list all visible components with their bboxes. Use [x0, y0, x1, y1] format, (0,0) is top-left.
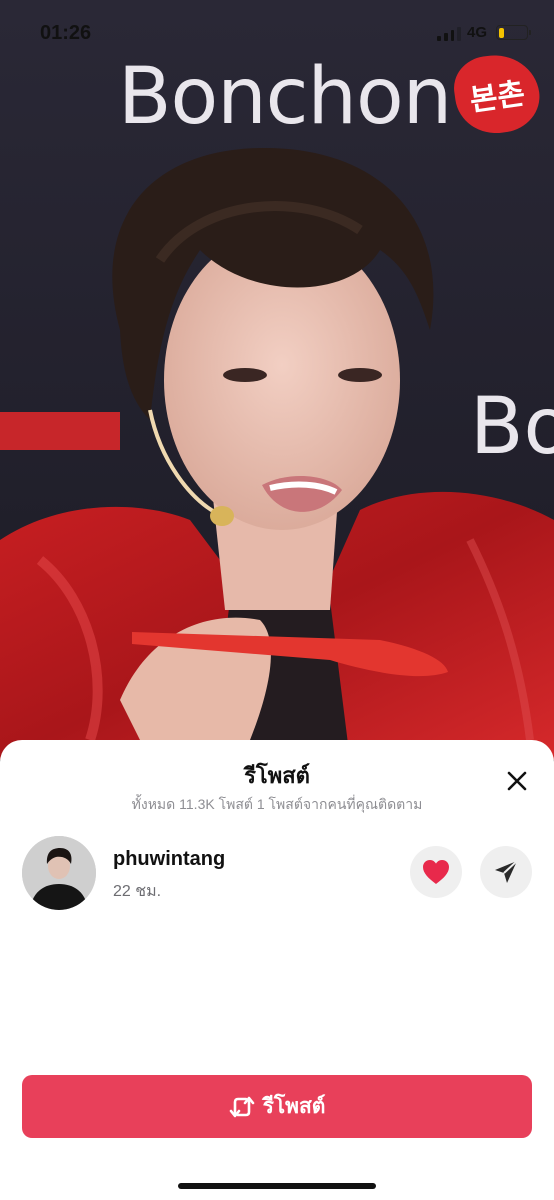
user-row[interactable]: phuwintang 22 ชม.	[22, 836, 534, 912]
network-label: 4G	[467, 24, 488, 41]
repost-sheet: รีโพสต์ ทั้งหมด 11.3K โพสต์ 1 โพสต์จากคน…	[0, 740, 554, 1200]
signal-icon	[437, 27, 461, 41]
post-time: 22 ชม.	[113, 883, 162, 900]
status-time: 01:26	[40, 22, 92, 44]
repost-icon	[229, 1096, 254, 1117]
status-bar: 01:26 4G	[0, 0, 554, 64]
battery-icon	[496, 25, 531, 40]
brand-name: Bonchon	[118, 52, 452, 142]
close-icon	[507, 771, 527, 791]
home-indicator[interactable]	[178, 1183, 376, 1189]
brand-logo-partial: Bo	[470, 382, 554, 472]
heart-icon	[423, 860, 449, 884]
video-frame[interactable]: Bonchon 본촌 Bo	[0, 0, 554, 760]
repost-button-label: รีโพสต์	[262, 1095, 326, 1118]
share-button[interactable]	[480, 846, 532, 898]
sheet-title: รีโพสต์	[244, 763, 310, 788]
send-icon	[495, 860, 518, 883]
like-button[interactable]	[410, 846, 462, 898]
brand-logo: Bonchon 본촌	[118, 49, 545, 142]
close-button[interactable]	[500, 764, 534, 798]
avatar[interactable]	[22, 836, 96, 910]
sheet-subtitle: ทั้งหมด 11.3K โพสต์ 1 โพสต์จากคนที่คุณติ…	[131, 796, 423, 812]
repost-button[interactable]: รีโพสต์	[22, 1075, 532, 1138]
username[interactable]: phuwintang	[113, 848, 225, 871]
